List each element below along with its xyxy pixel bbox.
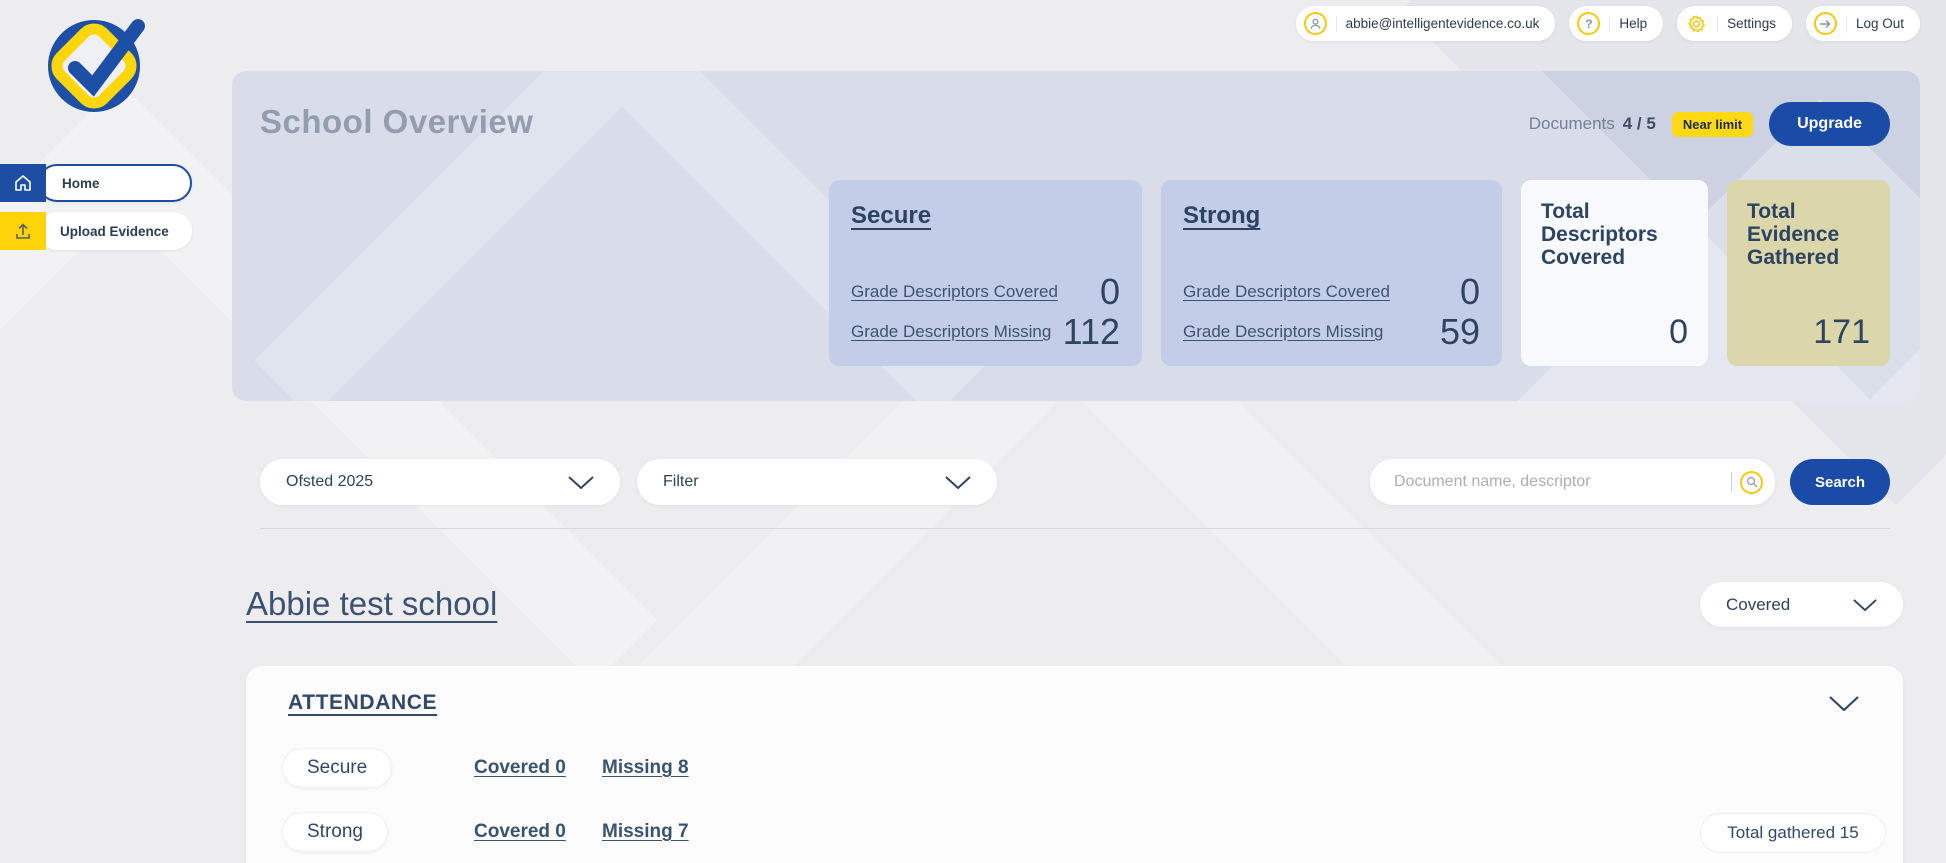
strong-card-title[interactable]: Strong — [1183, 202, 1260, 229]
secure-card-rows: Grade Descriptors Covered 0 Grade Descri… — [851, 274, 1120, 350]
covered-link[interactable]: Grade Descriptors Covered — [851, 282, 1058, 302]
framework-dropdown-value: Ofsted 2025 — [286, 473, 373, 491]
settings-label: Settings — [1727, 16, 1776, 31]
search-button[interactable]: Search — [1790, 459, 1890, 505]
level-badge: Secure — [282, 748, 392, 788]
attendance-row-secure: Secure Covered 0 Missing 8 — [282, 748, 392, 788]
chevron-down-icon — [568, 476, 594, 489]
user-email: abbie@intelligentevidence.co.uk — [1346, 16, 1540, 31]
app-logo — [44, 8, 148, 118]
covered-dropdown[interactable]: Covered — [1700, 582, 1903, 627]
user-icon — [1304, 12, 1327, 35]
covered-dropdown-value: Covered — [1726, 595, 1790, 615]
missing-value: 59 — [1440, 314, 1480, 350]
stat-row: Grade Descriptors Missing 112 — [851, 314, 1120, 350]
missing-link[interactable]: Missing 7 — [602, 821, 689, 843]
stat-row: Grade Descriptors Missing 59 — [1183, 314, 1480, 350]
missing-link[interactable]: Missing 8 — [602, 757, 689, 779]
stat-row: Grade Descriptors Covered 0 — [1183, 274, 1480, 310]
search-input[interactable] — [1394, 473, 1731, 491]
checkmark-logo-icon — [44, 8, 148, 118]
logout-arrow-icon — [1814, 12, 1837, 35]
total-descriptors-title: Total Descriptors Covered — [1541, 200, 1688, 269]
sidebar-item-home[interactable]: Home — [0, 164, 192, 202]
app-screen: abbie@intelligentevidence.co.uk ? Help S… — [0, 0, 1946, 863]
covered-value: 0 — [1460, 274, 1480, 310]
sidebar-item-label: Upload Evidence — [38, 212, 192, 250]
filter-dropdown-value: Filter — [663, 473, 699, 491]
strong-stats-card: Strong Grade Descriptors Covered 0 Grade… — [1161, 180, 1502, 366]
stat-row: Grade Descriptors Covered 0 — [851, 274, 1120, 310]
documents-usage: Documents 4 / 5 Near limit Upgrade — [1529, 102, 1890, 146]
total-evidence-card: Total Evidence Gathered 171 — [1727, 180, 1890, 366]
covered-link[interactable]: Grade Descriptors Covered — [1183, 282, 1390, 302]
covered-link[interactable]: Covered 0 — [474, 821, 566, 843]
total-descriptors-value: 0 — [1669, 313, 1688, 352]
total-evidence-title: Total Evidence Gathered — [1747, 200, 1870, 269]
covered-link[interactable]: Covered 0 — [474, 757, 566, 779]
covered-value: 0 — [1100, 274, 1120, 310]
school-name-link[interactable]: Abbie test school — [246, 585, 497, 623]
documents-count: 4 / 5 — [1623, 114, 1656, 134]
logout-label: Log Out — [1856, 16, 1904, 31]
documents-label: Documents — [1529, 114, 1615, 134]
missing-link[interactable]: Grade Descriptors Missing — [851, 322, 1051, 342]
divider — [1609, 16, 1610, 32]
sidebar-item-label: Home — [38, 164, 192, 202]
header-actions: abbie@intelligentevidence.co.uk ? Help S… — [1296, 6, 1920, 41]
strong-card-rows: Grade Descriptors Covered 0 Grade Descri… — [1183, 274, 1480, 350]
sidebar-item-upload-evidence[interactable]: Upload Evidence — [0, 212, 192, 250]
total-gathered-badge: Total gathered 15 — [1700, 813, 1886, 853]
school-overview-panel: School Overview Documents 4 / 5 Near lim… — [232, 71, 1920, 401]
chevron-down-icon — [945, 476, 971, 489]
settings-button[interactable]: Settings — [1677, 6, 1792, 41]
secure-stats-card: Secure Grade Descriptors Covered 0 Grade… — [829, 180, 1142, 366]
divider — [1731, 472, 1732, 492]
upload-icon — [0, 212, 46, 250]
chevron-down-icon — [1853, 599, 1877, 611]
secure-card-title[interactable]: Secure — [851, 202, 931, 229]
upgrade-button[interactable]: Upgrade — [1769, 102, 1890, 146]
missing-link[interactable]: Grade Descriptors Missing — [1183, 322, 1383, 342]
total-evidence-value: 171 — [1813, 313, 1870, 352]
divider — [1846, 16, 1847, 32]
missing-value: 112 — [1063, 314, 1120, 350]
page-title: School Overview — [260, 103, 533, 141]
total-descriptors-card: Total Descriptors Covered 0 — [1521, 180, 1708, 366]
divider — [1717, 16, 1718, 32]
help-button[interactable]: ? Help — [1569, 6, 1663, 41]
attendance-row-strong: Strong Covered 0 Missing 7 — [282, 812, 388, 852]
help-icon: ? — [1577, 12, 1600, 35]
search-field — [1370, 459, 1775, 505]
divider — [260, 528, 1890, 529]
filter-dropdown[interactable]: Filter — [637, 459, 997, 505]
framework-dropdown[interactable]: Ofsted 2025 — [260, 459, 620, 505]
level-badge: Strong — [282, 812, 388, 852]
attendance-section-card: ATTENDANCE Secure Covered 0 Missing 8 St… — [246, 666, 1903, 863]
divider — [1336, 16, 1337, 32]
home-icon — [0, 164, 46, 202]
user-account-button[interactable]: abbie@intelligentevidence.co.uk — [1296, 6, 1556, 41]
search-icon[interactable] — [1740, 471, 1763, 494]
near-limit-badge: Near limit — [1672, 112, 1753, 137]
logout-button[interactable]: Log Out — [1806, 6, 1920, 41]
help-label: Help — [1619, 16, 1647, 31]
attendance-title-link[interactable]: ATTENDANCE — [288, 691, 437, 715]
collapse-chevron-icon[interactable] — [1829, 696, 1859, 711]
gear-icon — [1685, 12, 1708, 35]
